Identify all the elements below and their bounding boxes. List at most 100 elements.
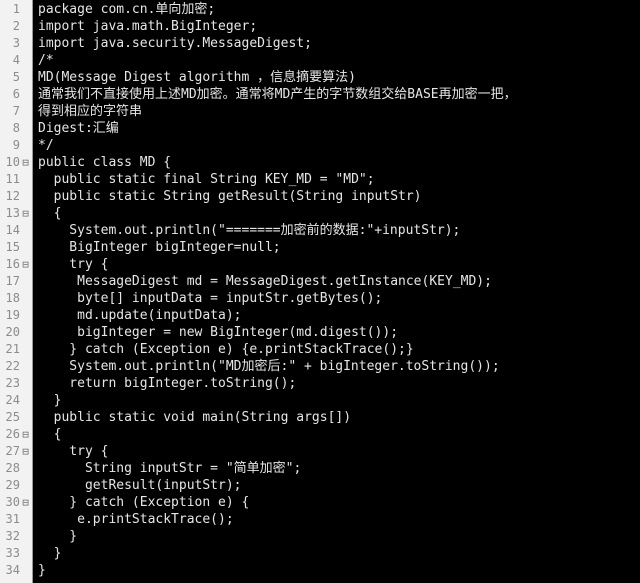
- line-number: 29: [5, 478, 20, 492]
- code-line[interactable]: import java.security.MessageDigest;: [38, 35, 640, 52]
- code-line[interactable]: */: [38, 137, 640, 154]
- code-line[interactable]: md.update(inputData);: [38, 307, 640, 324]
- gutter-row[interactable]: 14: [0, 222, 32, 239]
- line-number: 33: [5, 546, 20, 560]
- gutter-row[interactable]: 25: [0, 409, 32, 426]
- code-line[interactable]: String inputStr = "简单加密";: [38, 460, 640, 477]
- gutter-row[interactable]: 3: [0, 35, 32, 52]
- editor-code-area[interactable]: package com.cn.单向加密; import java.math.Big…: [33, 0, 640, 583]
- gutter-row[interactable]: 15: [0, 239, 32, 256]
- gutter-row[interactable]: 30 ⊟: [0, 494, 32, 511]
- code-line[interactable]: try {: [38, 256, 640, 273]
- line-number: 7: [12, 104, 20, 118]
- gutter-row[interactable]: 13 ⊟: [0, 205, 32, 222]
- gutter-row[interactable]: 2: [0, 18, 32, 35]
- gutter-row[interactable]: 22: [0, 358, 32, 375]
- gutter-row[interactable]: 4: [0, 52, 32, 69]
- gutter-row[interactable]: 33: [0, 545, 32, 562]
- code-line[interactable]: System.out.println("MD加密后:" + bigInteger…: [38, 358, 640, 375]
- line-number: 3: [12, 36, 20, 50]
- code-line[interactable]: e.printStackTrace();: [38, 511, 640, 528]
- line-number: 5: [12, 70, 20, 84]
- fold-collapse-icon[interactable]: ⊟: [20, 426, 31, 443]
- code-line[interactable]: 通常我们不直接使用上述MD加密。通常将MD产生的字节数组交给BASE再加密一把，: [38, 86, 640, 103]
- code-line[interactable]: return bigInteger.toString();: [38, 375, 640, 392]
- code-line[interactable]: MD(Message Digest algorithm ，信息摘要算法): [38, 69, 640, 86]
- code-line[interactable]: public class MD {: [38, 154, 640, 171]
- code-line[interactable]: try {: [38, 443, 640, 460]
- fold-collapse-icon[interactable]: ⊟: [20, 205, 31, 222]
- line-number: 32: [5, 529, 20, 543]
- code-editor[interactable]: 1 2 3 4 5 6 7 8 9 10 ⊟ 11 12 13 ⊟ 14 15 16 ⊟ 17 18 19 20 21 22 23…: [0, 0, 640, 583]
- line-number: 21: [5, 342, 20, 356]
- code-line[interactable]: package com.cn.单向加密;: [38, 1, 640, 18]
- gutter-row[interactable]: 19: [0, 307, 32, 324]
- gutter-row[interactable]: 29: [0, 477, 32, 494]
- gutter-row[interactable]: 27 ⊟: [0, 443, 32, 460]
- code-line[interactable]: public static final String KEY_MD = "MD"…: [38, 171, 640, 188]
- gutter-row[interactable]: 24: [0, 392, 32, 409]
- fold-collapse-icon[interactable]: ⊟: [20, 154, 31, 171]
- gutter-row[interactable]: 21: [0, 341, 32, 358]
- code-line[interactable]: }: [38, 545, 640, 562]
- gutter-row[interactable]: 31: [0, 511, 32, 528]
- gutter-row[interactable]: 26 ⊟: [0, 426, 32, 443]
- code-line[interactable]: BigInteger bigInteger=null;: [38, 239, 640, 256]
- gutter-row[interactable]: 17: [0, 273, 32, 290]
- code-line[interactable]: }: [38, 528, 640, 545]
- editor-gutter[interactable]: 1 2 3 4 5 6 7 8 9 10 ⊟ 11 12 13 ⊟ 14 15 16 ⊟ 17 18 19 20 21 22 23…: [0, 0, 33, 583]
- code-line[interactable]: MessageDigest md = MessageDigest.getInst…: [38, 273, 640, 290]
- gutter-row[interactable]: 34: [0, 562, 32, 579]
- code-line[interactable]: System.out.println("=======加密前的数据:"+inpu…: [38, 222, 640, 239]
- gutter-row[interactable]: 7: [0, 103, 32, 120]
- line-number: 6: [12, 87, 20, 101]
- gutter-row[interactable]: 12: [0, 188, 32, 205]
- gutter-row[interactable]: 32: [0, 528, 32, 545]
- gutter-row[interactable]: 8: [0, 120, 32, 137]
- gutter-row[interactable]: 10 ⊟: [0, 154, 32, 171]
- line-number: 31: [5, 512, 20, 526]
- line-number: 11: [5, 172, 20, 186]
- gutter-row[interactable]: 9: [0, 137, 32, 154]
- code-line[interactable]: }: [38, 562, 640, 579]
- code-line[interactable]: bigInteger = new BigInteger(md.digest())…: [38, 324, 640, 341]
- gutter-row[interactable]: 20: [0, 324, 32, 341]
- code-line[interactable]: public static void main(String args[]): [38, 409, 640, 426]
- line-number: 9: [12, 138, 20, 152]
- code-line[interactable]: 得到相应的字符串: [38, 103, 640, 120]
- gutter-row[interactable]: 6: [0, 86, 32, 103]
- code-line[interactable]: Digest:汇编: [38, 120, 640, 137]
- gutter-row[interactable]: 1: [0, 1, 32, 18]
- code-line[interactable]: } catch (Exception e) {e.printStackTrace…: [38, 341, 640, 358]
- fold-collapse-icon[interactable]: ⊟: [20, 494, 31, 511]
- code-line[interactable]: public static String getResult(String in…: [38, 188, 640, 205]
- code-line[interactable]: } catch (Exception e) {: [38, 494, 640, 511]
- fold-collapse-icon[interactable]: ⊟: [20, 443, 31, 460]
- code-line[interactable]: {: [38, 426, 640, 443]
- gutter-row[interactable]: 11: [0, 171, 32, 188]
- line-number: 25: [5, 410, 20, 424]
- fold-collapse-icon[interactable]: ⊟: [20, 256, 31, 273]
- code-line[interactable]: {: [38, 205, 640, 222]
- gutter-row[interactable]: 28: [0, 460, 32, 477]
- code-line[interactable]: }: [38, 392, 640, 409]
- gutter-row[interactable]: 23: [0, 375, 32, 392]
- gutter-row[interactable]: 16 ⊟: [0, 256, 32, 273]
- gutter-row[interactable]: 18: [0, 290, 32, 307]
- line-number: 4: [12, 53, 20, 67]
- line-number: 15: [5, 240, 20, 254]
- code-line[interactable]: import java.math.BigInteger;: [38, 18, 640, 35]
- code-line[interactable]: /*: [38, 52, 640, 69]
- line-number: 34: [5, 563, 20, 577]
- code-line[interactable]: byte[] inputData = inputStr.getBytes();: [38, 290, 640, 307]
- code-line[interactable]: getResult(inputStr);: [38, 477, 640, 494]
- gutter-row[interactable]: 5: [0, 69, 32, 86]
